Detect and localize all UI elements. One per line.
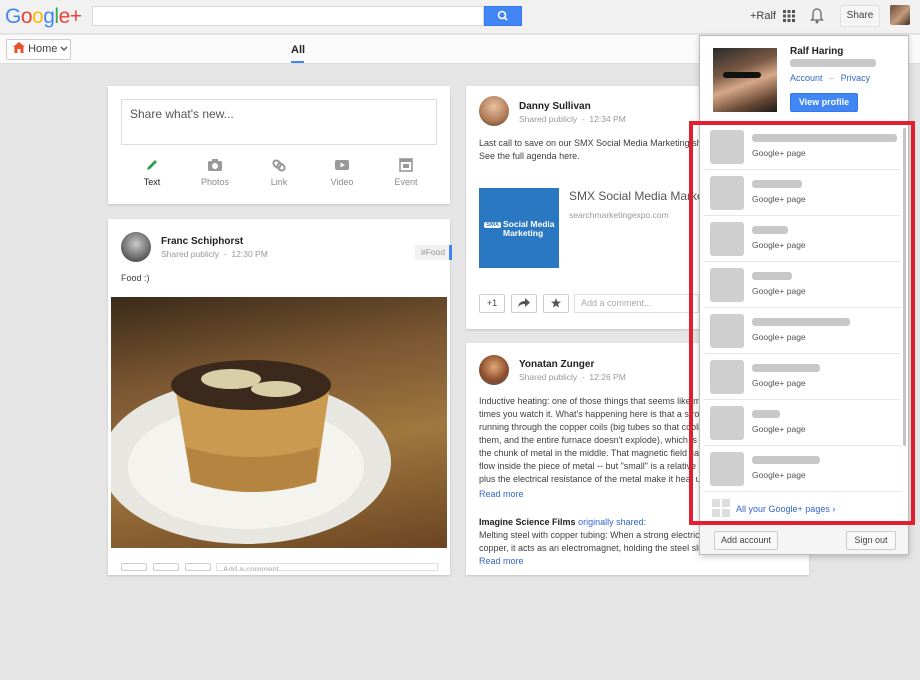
comment-input-danny[interactable]: Add a comment... (574, 294, 699, 313)
plus-one-button-franc[interactable] (121, 563, 147, 571)
search-button[interactable] (484, 6, 522, 26)
chevron-down-icon (60, 46, 68, 51)
video-tool-label: Video (330, 177, 354, 187)
post-time[interactable]: 12:30 PM (231, 249, 267, 259)
post-line: Last call to save on our SMX Social Medi… (479, 138, 699, 148)
post-line: the chunk of metal in the middle. That m… (479, 448, 699, 458)
view-profile-button[interactable]: View profile (790, 93, 858, 112)
highlight-box (689, 121, 915, 525)
post-line: See the full agenda here. (479, 151, 580, 161)
post-meta-yonatan: Shared publicly - 12:26 PM (519, 372, 626, 382)
author-avatar-danny[interactable] (479, 96, 509, 126)
video-icon (335, 160, 349, 170)
visibility-label: Shared publicly (161, 249, 220, 259)
share-video-tool[interactable]: Video (312, 158, 372, 187)
post-photo-franc[interactable] (111, 297, 447, 548)
hashtag-badge[interactable]: #Food (415, 245, 452, 260)
reshare-author[interactable]: Imagine Science Films (479, 517, 576, 527)
event-icon (399, 158, 413, 172)
post-line: plus the electrical resistance of the me… (479, 474, 699, 484)
share-button[interactable]: Share (840, 5, 880, 27)
event-tool-label: Event (394, 177, 418, 187)
author-avatar-yonatan[interactable] (479, 355, 509, 385)
tab-all[interactable]: All (291, 44, 305, 56)
share-event-tool[interactable]: Event (376, 158, 436, 187)
account-links: Account – Privacy (790, 73, 870, 83)
star-button-danny[interactable] (543, 294, 569, 313)
post-text-yonatan: Inductive heating: one of those things t… (479, 395, 699, 501)
author-name-franc[interactable]: Franc Schiphorst (161, 236, 243, 247)
post-meta-danny: Shared publicly - 12:34 PM (519, 114, 626, 124)
author-name-yonatan[interactable]: Yonatan Zunger (519, 359, 594, 370)
sign-out-button[interactable]: Sign out (846, 531, 896, 550)
reshare-block: Imagine Science Films originally shared:… (479, 516, 699, 568)
account-email-redacted (790, 59, 876, 67)
reshare-line: copper, it acts as an electromagnet, hol… (479, 543, 699, 553)
post-text-danny: Last call to save on our SMX Social Medi… (479, 137, 699, 163)
search-input[interactable] (92, 6, 484, 26)
author-name-danny[interactable]: Danny Sullivan (519, 101, 591, 112)
star-icon (551, 298, 561, 308)
link-url-danny[interactable]: searchmarketingexpo.com (569, 210, 669, 220)
smx-badge: SMX (484, 222, 502, 228)
link-separator: – (829, 73, 835, 83)
post-time[interactable]: 12:26 PM (589, 372, 625, 382)
share-post-button-franc[interactable] (153, 563, 179, 571)
add-account-button[interactable]: Add account (714, 531, 778, 550)
account-avatar[interactable] (890, 5, 910, 25)
read-more-link[interactable]: Read more (479, 488, 699, 501)
profile-photo[interactable] (713, 48, 777, 112)
pencil-icon (147, 160, 157, 170)
photos-tool-label: Photos (200, 177, 230, 187)
post-line: them, and the entire furnace doesn't exp… (479, 435, 699, 445)
thumb-title-2: Marketing (503, 228, 544, 238)
apps-grid-icon[interactable] (783, 10, 795, 22)
google-plus-logo[interactable]: Google+ (5, 5, 82, 29)
home-icon (13, 42, 25, 53)
search-icon (497, 10, 508, 21)
post-line: Inductive heating: one of those things t… (479, 396, 699, 406)
text-tool-label: Text (143, 177, 161, 187)
link-icon (272, 159, 286, 172)
share-photos-tool[interactable]: Photos (185, 158, 245, 187)
link-thumbnail-danny[interactable]: SMX Social Media Marketing (479, 188, 559, 268)
share-post-button-danny[interactable] (511, 294, 537, 313)
camera-icon (208, 159, 222, 171)
post-time[interactable]: 12:34 PM (589, 114, 625, 124)
visibility-label: Shared publicly (519, 372, 578, 382)
post-meta-franc: Shared publicly - 12:30 PM (161, 249, 268, 259)
comment-input-franc[interactable]: Add a comment... (216, 563, 438, 571)
tab-all-underline (291, 61, 304, 63)
profile-link[interactable]: +Ralf (750, 10, 776, 22)
post-line: times you watch it. What's happening her… (479, 409, 699, 419)
post-text-franc: Food :) (121, 273, 150, 283)
link-tool-label: Link (270, 177, 288, 187)
link-title-danny[interactable]: SMX Social Media Marketin (569, 189, 699, 203)
read-more-link[interactable]: Read more (479, 555, 699, 568)
sunglasses (723, 72, 761, 78)
privacy-link[interactable]: Privacy (841, 73, 871, 83)
plus-one-button-danny[interactable]: +1 (479, 294, 505, 313)
reshare-line: Melting steel with copper tubing: When a… (479, 530, 699, 540)
visibility-label: Shared publicly (519, 114, 578, 124)
share-text-tool[interactable]: Text (122, 158, 182, 187)
share-input[interactable]: Share what's new... (121, 99, 437, 145)
share-link-tool[interactable]: Link (249, 158, 309, 187)
reshare-header: Imagine Science Films originally shared: (479, 516, 699, 529)
account-link[interactable]: Account (790, 73, 823, 83)
post-line: running through the copper coils (big tu… (479, 422, 699, 432)
share-arrow-icon (518, 298, 530, 307)
account-name: Ralf Haring (790, 46, 844, 57)
post-line: flow inside the piece of metal -- but "s… (479, 461, 696, 471)
notifications-bell-icon[interactable] (810, 8, 824, 24)
author-avatar-franc[interactable] (121, 232, 151, 262)
home-menu-button[interactable]: Home (6, 39, 71, 60)
star-button-franc[interactable] (185, 563, 211, 571)
originally-shared-link[interactable]: originally shared: (578, 517, 646, 527)
home-label: Home (28, 43, 58, 55)
